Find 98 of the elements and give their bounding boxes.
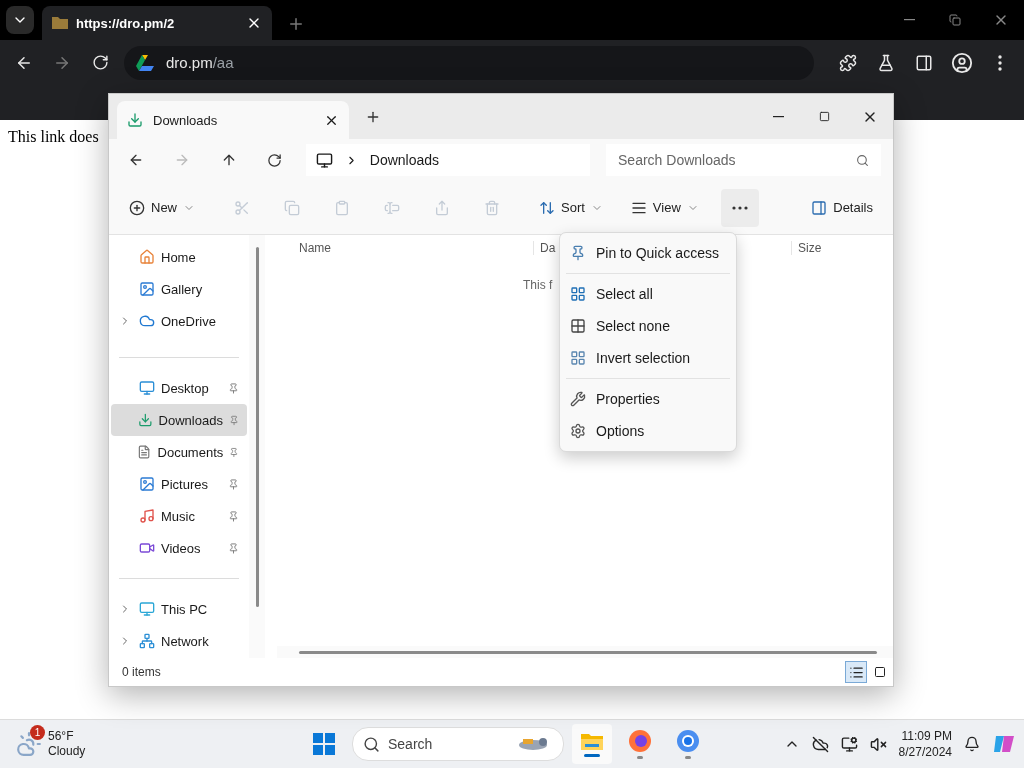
flask-icon [877, 53, 895, 72]
fox-globe-icon [628, 729, 652, 753]
select-all-icon [570, 286, 586, 302]
folder-icon [580, 731, 604, 751]
status-text: 0 items [122, 665, 161, 679]
nav-item[interactable]: Gallery [111, 273, 247, 305]
image-icon [139, 476, 155, 492]
details-view-button[interactable] [845, 661, 867, 683]
cloud-off-icon[interactable] [811, 735, 829, 753]
share-icon [434, 199, 450, 216]
nav-item[interactable]: This PC [111, 593, 247, 625]
page-text: This link does [8, 128, 99, 145]
sort-icon [539, 199, 555, 216]
pin-icon [570, 245, 586, 261]
square-icon [874, 666, 886, 678]
horizontal-scrollbar[interactable] [277, 646, 893, 658]
menu-item[interactable]: Select none [564, 310, 732, 342]
search-icon [363, 735, 380, 753]
restore-icon [949, 14, 961, 26]
view-button[interactable]: View [622, 188, 707, 227]
music-icon [139, 508, 155, 524]
menu-icon [998, 54, 1002, 71]
details-pane-icon [811, 199, 828, 216]
menu-item[interactable]: Invert selection [564, 342, 732, 374]
invert-selection-icon [570, 350, 586, 366]
monitor-icon [139, 380, 155, 396]
taskbar-search-field[interactable]: Search [352, 727, 564, 761]
vertical-scrollbar[interactable] [249, 235, 265, 658]
plus-icon [287, 15, 305, 33]
search-field[interactable]: Search Downloads [606, 144, 882, 176]
explorer-tab[interactable]: Downloads [117, 101, 349, 139]
folder-icon [52, 17, 68, 29]
copy-icon [284, 199, 300, 216]
minimize-icon [903, 19, 915, 21]
document-icon [137, 444, 152, 460]
more-icon [731, 205, 748, 210]
nav-item[interactable]: Documents [111, 436, 247, 468]
new-icon [129, 199, 145, 216]
details-button[interactable]: Details [803, 188, 881, 227]
nav-item[interactable]: Desktop [111, 372, 247, 404]
download-icon [137, 412, 153, 428]
nav-item[interactable]: Home [111, 241, 247, 273]
puzzle-icon [839, 53, 857, 72]
browser-icon [676, 729, 700, 753]
download-icon [127, 112, 143, 128]
nav-item[interactable]: OneDrive [111, 305, 247, 337]
nav-item[interactable]: Videos [111, 532, 247, 564]
maximize-icon [818, 111, 830, 122]
menu-item[interactable]: Select all [564, 278, 732, 310]
column-header[interactable]: Size [791, 241, 893, 255]
nav-item[interactable]: Network [111, 625, 247, 657]
cut-icon [234, 199, 250, 216]
url-text: dro.pm/aa [166, 54, 234, 71]
taskbar-app[interactable] [572, 724, 612, 764]
nav-item[interactable]: Music [111, 500, 247, 532]
address-bar[interactable]: Downloads [305, 144, 591, 176]
triangle-logo-icon [136, 54, 154, 71]
wrench-icon [570, 391, 586, 407]
monitor-icon [315, 151, 333, 169]
avatar-icon [951, 51, 973, 74]
monitor-icon[interactable] [840, 735, 858, 753]
image-icon [139, 281, 155, 297]
search-icon [856, 153, 870, 167]
bell-icon[interactable] [964, 736, 980, 752]
muted-speaker-icon[interactable] [869, 735, 887, 753]
paste-icon [334, 199, 350, 216]
temperature-text: 56°F [48, 729, 75, 744]
tab-list-button[interactable] [6, 6, 34, 34]
new-button[interactable]: New [121, 188, 203, 227]
column-header[interactable]: Name [277, 241, 533, 255]
cloud-icon [139, 313, 155, 329]
empty-folder-text: This f [523, 278, 553, 292]
video-icon [139, 540, 155, 556]
side-panel-icon [915, 53, 933, 72]
network-icon [139, 633, 155, 649]
weather-condition-text: Cloudy [48, 744, 86, 759]
sort-button[interactable]: Sort [531, 188, 611, 227]
menu-item[interactable]: Pin to Quick access [564, 237, 732, 269]
notification-badge: 1 [30, 725, 45, 740]
monitor-icon [139, 601, 155, 617]
windows-logo-icon [313, 733, 335, 755]
list-icon [848, 664, 864, 680]
house-icon [139, 249, 155, 265]
rename-icon [384, 199, 400, 216]
clock[interactable]: 11:09 PM 8/27/2024 [898, 728, 952, 760]
address-bar[interactable]: dro.pm/aa [124, 45, 814, 80]
nav-item[interactable]: Pictures [111, 468, 247, 500]
reload-icon [91, 54, 109, 71]
select-none-icon [570, 318, 586, 334]
menu-item[interactable]: Options [564, 415, 732, 447]
browser-tab[interactable]: https://dro.pm/2 [42, 6, 272, 40]
nav-item[interactable]: Downloads [111, 404, 247, 436]
delete-icon [484, 199, 500, 216]
settings-icon [570, 423, 586, 439]
minimize-icon [772, 115, 784, 118]
refresh-icon [267, 152, 283, 168]
menu-item[interactable]: Properties [564, 383, 732, 415]
breadcrumb-item[interactable]: Downloads [369, 152, 440, 168]
